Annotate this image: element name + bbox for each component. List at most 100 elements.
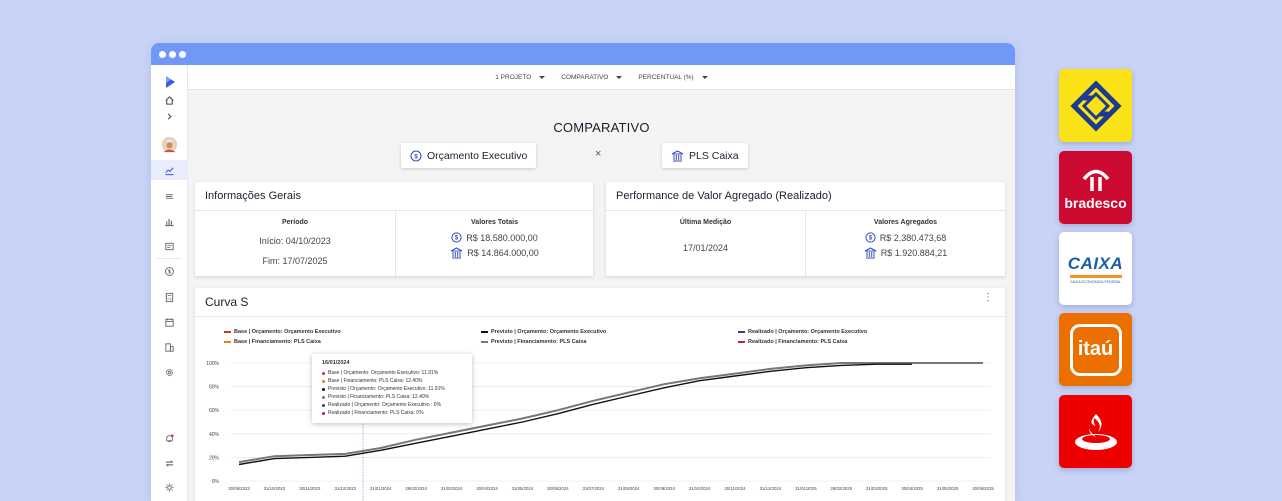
avatar[interactable] — [151, 132, 188, 156]
total-budget-row: $ R$ 18.580.000,00 — [396, 232, 593, 243]
banco-do-brasil-logo — [1059, 69, 1132, 142]
list-icon[interactable] — [151, 186, 188, 206]
tooltip-text: Previsto | Financiamento: PLS Caixa: 12.… — [328, 394, 430, 400]
period-column: Período Início: 04/10/2023 Fim: 17/07/20… — [195, 211, 395, 276]
x-tick-label: 30/06/2024 — [547, 486, 569, 491]
bar-chart-icon[interactable] — [151, 211, 188, 231]
performance-card: Performance de Valor Agregado (Realizado… — [606, 182, 1005, 276]
x-tick-label: 30/04/2025 — [901, 486, 923, 491]
view-select[interactable]: COMPARATIVO — [561, 74, 623, 81]
financing-selector-button[interactable]: PLS Caixa — [662, 143, 748, 168]
x-tick-label: 31/01/2025 — [795, 486, 817, 491]
topbar: 1 PROJETO COMPARATIVO PERCENTUAL (%) — [188, 65, 1015, 90]
y-tick-label: 100% — [206, 361, 219, 367]
tooltip-row: Previsto | Orçamento: Orçamento Executiv… — [322, 385, 462, 393]
tooltip-dot — [322, 387, 325, 391]
x-tick-label: 30/09/2024 — [653, 486, 675, 491]
x-tick-label: 31/05/2024 — [512, 486, 534, 491]
unit-select[interactable]: PERCENTUAL (%) — [638, 74, 708, 81]
x-tick-label: 31/05/2025 — [937, 486, 959, 491]
last-measurement-header: Última Medição — [679, 219, 732, 226]
s-curve-card: Curva S ⋮ Base | Orçamento: Orçamento Ex… — [195, 288, 1005, 501]
dollar-coin-icon[interactable] — [151, 261, 188, 281]
tooltip-text: Base | Financiamento: PLS Caixa: 12.40% — [328, 378, 423, 384]
sidebar — [151, 65, 188, 501]
budget-selector-button[interactable]: $ Orçamento Executivo — [401, 143, 537, 168]
legend-item[interactable]: Previsto | Financiamento: PLS Caixa — [481, 339, 586, 345]
bradesco-logo: bradesco — [1059, 151, 1132, 224]
app-logo-icon[interactable] — [151, 71, 188, 93]
legend-label: Base | Financiamento: PLS Caixa — [234, 339, 321, 345]
comparison-separator: × — [595, 148, 602, 160]
chart-line-icon[interactable] — [151, 160, 188, 180]
notification-bell-icon[interactable] — [151, 428, 188, 448]
agg-budget-value: R$ 2.380.473,68 — [879, 232, 947, 243]
total-financing-row: R$ 14.864.000,00 — [396, 247, 593, 259]
legend-swatch — [738, 341, 745, 343]
document-icon[interactable] — [151, 236, 188, 256]
general-info-title: Informações Gerais — [195, 182, 593, 211]
legend-swatch — [481, 341, 488, 343]
legend-item[interactable]: Previsto | Orçamento: Orçamento Executiv… — [481, 329, 606, 335]
x-tick-label: 30/09/2023 — [228, 486, 250, 491]
bank-icon — [864, 247, 876, 259]
calculator-icon[interactable] — [151, 287, 188, 307]
x-tick-label: 28/02/2025 — [831, 486, 853, 491]
bank-icon — [450, 247, 463, 259]
window-titlebar — [151, 43, 1015, 65]
caixa-subtitle: CAIXA ECONÔMICA FEDERAL — [1069, 279, 1122, 284]
tooltip-row: Previsto | Financiamento: PLS Caixa: 12.… — [322, 393, 462, 401]
sidebar-divider — [157, 258, 181, 259]
main-content: 1 PROJETO COMPARATIVO PERCENTUAL (%) COM… — [188, 65, 1015, 501]
tooltip-dot — [322, 379, 325, 383]
legend-item[interactable]: Realizado | Orçamento: Orçamento Executi… — [738, 329, 867, 335]
settings-gear-icon[interactable] — [151, 362, 188, 382]
y-tick-label: 20% — [209, 455, 220, 461]
bank-icon — [671, 149, 684, 161]
totals-header: Valores Totais — [471, 219, 518, 226]
legend-swatch — [224, 341, 231, 343]
x-tick-label: 30/06/2025 — [972, 486, 994, 491]
legend-label: Realizado | Orçamento: Orçamento Executi… — [748, 329, 868, 335]
tooltip-text: Previsto | Orçamento: Orçamento Executiv… — [328, 386, 445, 392]
x-tick-label: 31/07/2024 — [583, 486, 605, 491]
legend-label: Previsto | Financiamento: PLS Caixa — [491, 339, 587, 345]
dollar-coin-icon: $ — [410, 149, 422, 162]
x-tick-label: 30/04/2024 — [476, 486, 498, 491]
legend-label: Base | Orçamento: Orçamento Executivo — [234, 329, 341, 335]
comparison-title: COMPARATIVO — [553, 120, 650, 135]
legend-item[interactable]: Base | Orçamento: Orçamento Executivo — [224, 329, 341, 335]
x-tick-label: 31/12/2023 — [335, 486, 357, 491]
tooltip-row: Realizado | Financiamento: PLS Caixa: 0% — [322, 409, 462, 417]
window-dot — [169, 51, 176, 58]
legend-item[interactable]: Base | Financiamento: PLS Caixa — [224, 339, 321, 345]
share-arrows-icon[interactable] — [151, 453, 188, 473]
x-tick-label: 31/01/2024 — [370, 486, 392, 491]
y-tick-label: 80% — [209, 385, 220, 391]
chevron-down-icon — [539, 75, 546, 79]
tooltip-dot — [322, 411, 325, 415]
legend-swatch — [738, 331, 745, 333]
aggregated-header: Valores Agregados — [873, 219, 938, 226]
financing-selector-label: PLS Caixa — [689, 149, 739, 162]
theme-sun-icon[interactable] — [151, 477, 188, 497]
legend-item[interactable]: Realizado | Financiamento: PLS Caixa — [738, 339, 847, 345]
project-select[interactable]: 1 PROJETO — [495, 74, 546, 81]
tooltip-dot — [322, 395, 325, 399]
app-window: 1 PROJETO COMPARATIVO PERCENTUAL (%) COM… — [151, 43, 1015, 501]
building-icon[interactable] — [151, 337, 188, 357]
performance-title: Performance de Valor Agregado (Realizado… — [606, 182, 1005, 211]
tooltip-date: 16/01/2024 — [322, 360, 350, 366]
totals-column: Valores Totais $ R$ 18.580.000,00 R$ 14.… — [396, 211, 593, 276]
home-icon[interactable] — [151, 93, 188, 107]
agg-financing-value: R$ 1.920.884,21 — [880, 248, 948, 258]
end-date: Fim: 17/07/2025 — [262, 256, 328, 266]
dollar-coin-icon: $ — [451, 232, 462, 243]
tooltip-dot — [322, 403, 325, 407]
caixa-logo: CAIXA CAIXA ECONÔMICA FEDERAL — [1059, 232, 1132, 305]
itau-wordmark: itaú — [1077, 338, 1114, 360]
x-tick-label: 29/02/2024 — [405, 486, 427, 491]
expand-chevron-icon[interactable] — [151, 109, 188, 123]
more-options-icon[interactable]: ⋮ — [983, 293, 993, 303]
calendar-icon[interactable] — [151, 312, 188, 332]
